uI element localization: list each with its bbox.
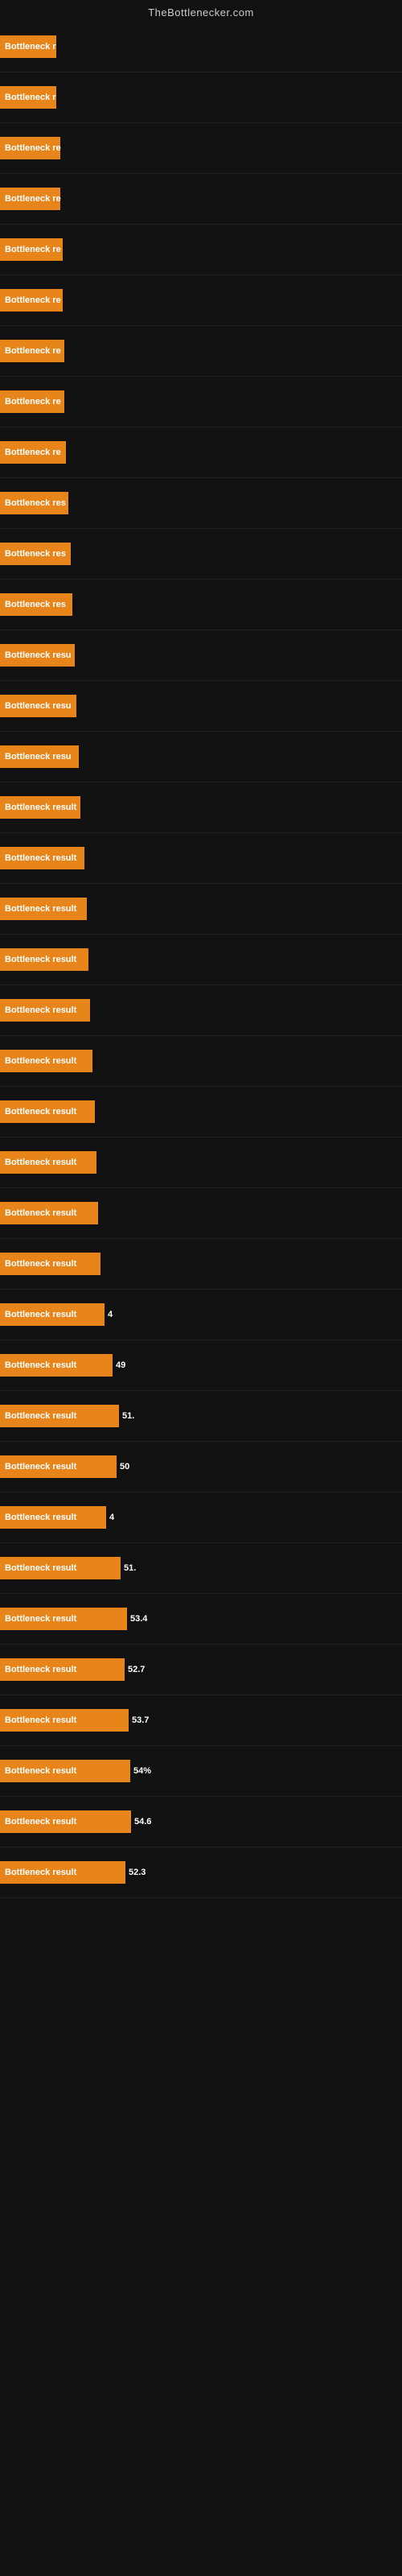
- bar-row: Bottleneck res: [0, 580, 402, 630]
- bar-value: 49: [116, 1360, 125, 1370]
- bar-label: Bottleneck result: [0, 1455, 117, 1478]
- bar-label: Bottleneck result: [0, 1050, 92, 1072]
- bar-label: Bottleneck res: [0, 492, 68, 514]
- bar-label: Bottleneck result: [0, 1557, 121, 1579]
- bar-label: Bottleneck result: [0, 1253, 100, 1275]
- bar-label: Bottleneck resu: [0, 644, 75, 667]
- bar-row: Bottleneck re: [0, 326, 402, 376]
- bar-row: Bottleneck result: [0, 1239, 402, 1289]
- bar-row: Bottleneck result4: [0, 1290, 402, 1340]
- bar-label: Bottleneck re: [0, 390, 64, 413]
- bar-label: Bottleneck result: [0, 1760, 130, 1782]
- bar-label: Bottleneck result: [0, 1861, 125, 1884]
- bar-label: Bottleneck result: [0, 1354, 113, 1377]
- bar-row: Bottleneck result52.7: [0, 1645, 402, 1695]
- bar-label: Bottleneck resu: [0, 695, 76, 717]
- bar-label: Bottleneck result: [0, 796, 80, 819]
- bar-row: Bottleneck re: [0, 377, 402, 427]
- bar-label: Bottleneck re: [0, 238, 63, 261]
- bar-label: Bottleneck result: [0, 948, 88, 971]
- bar-value: 53.4: [130, 1614, 147, 1624]
- bar-row: Bottleneck result49: [0, 1340, 402, 1390]
- bar-row: Bottleneck resu: [0, 630, 402, 680]
- bar-value: 52.3: [129, 1868, 146, 1877]
- bar-label: Bottleneck re: [0, 188, 60, 210]
- bar-value: 51.: [122, 1411, 134, 1421]
- bar-row: Bottleneck result 52.3: [0, 1847, 402, 1897]
- bar-row: Bottleneck result54.6: [0, 1797, 402, 1847]
- bar-label: Bottleneck r: [0, 86, 56, 109]
- bar-label: Bottleneck result: [0, 898, 87, 920]
- bar-row: Bottleneck result51.: [0, 1543, 402, 1593]
- bar-row: Bottleneck result: [0, 1188, 402, 1238]
- bar-value: 53.7: [132, 1715, 149, 1725]
- bar-row: Bottleneck re: [0, 275, 402, 325]
- bar-label: Bottleneck result: [0, 1100, 95, 1123]
- bar-row: Bottleneck result54%: [0, 1746, 402, 1796]
- bar-row: Bottleneck re: [0, 427, 402, 477]
- bar-label: Bottleneck result: [0, 1151, 96, 1174]
- bar-label: Bottleneck result: [0, 1506, 106, 1529]
- bar-label: Bottleneck result: [0, 1405, 119, 1427]
- bar-label: Bottleneck result: [0, 847, 84, 869]
- bar-label: Bottleneck r: [0, 35, 56, 58]
- bar-label: Bottleneck result: [0, 1810, 131, 1833]
- bar-row: Bottleneck re: [0, 174, 402, 224]
- bar-label: Bottleneck result: [0, 1608, 127, 1630]
- bar-value: 50: [120, 1462, 129, 1472]
- bar-label: Bottleneck re: [0, 137, 60, 159]
- bar-row: Bottleneck resu: [0, 681, 402, 731]
- bar-row: Bottleneck result53.7: [0, 1695, 402, 1745]
- bar-row: Bottleneck res: [0, 529, 402, 579]
- bar-row: Bottleneck result51.: [0, 1391, 402, 1441]
- bar-label: Bottleneck resu: [0, 745, 79, 768]
- bar-row: Bottleneck result50: [0, 1442, 402, 1492]
- bar-row: Bottleneck result: [0, 1036, 402, 1086]
- bar-label: Bottleneck result: [0, 1658, 125, 1681]
- bar-label: Bottleneck result: [0, 1202, 98, 1224]
- bar-value: 54%: [133, 1766, 151, 1776]
- bar-value: 52.7: [128, 1665, 145, 1674]
- bar-row: Bottleneck result: [0, 833, 402, 883]
- bar-row: Bottleneck result: [0, 935, 402, 985]
- bar-label: Bottleneck result: [0, 1303, 105, 1326]
- bar-row: Bottleneck re: [0, 123, 402, 173]
- bar-row: Bottleneck result: [0, 1137, 402, 1187]
- bar-value: 54.6: [134, 1817, 151, 1827]
- chart-container: Bottleneck r Bottleneck r Bottleneck re Bot…: [0, 22, 402, 1898]
- bar-label: Bottleneck res: [0, 543, 71, 565]
- bar-label: Bottleneck re: [0, 289, 63, 312]
- bar-label: Bottleneck re: [0, 441, 66, 464]
- bar-row: Bottleneck re: [0, 225, 402, 275]
- bar-row: Bottleneck result: [0, 1087, 402, 1137]
- bar-row: Bottleneck r: [0, 72, 402, 122]
- bar-value: 51.: [124, 1563, 136, 1573]
- bar-value: 4: [109, 1513, 114, 1522]
- bar-label: Bottleneck res: [0, 593, 72, 616]
- bar-row: Bottleneck result4: [0, 1492, 402, 1542]
- bar-value: 4: [108, 1310, 113, 1319]
- bar-row: Bottleneck res: [0, 478, 402, 528]
- bar-label: Bottleneck result: [0, 1709, 129, 1732]
- site-title: TheBottlenecker.com: [0, 0, 402, 22]
- bar-label: Bottleneck result: [0, 999, 90, 1022]
- bar-row: Bottleneck result: [0, 985, 402, 1035]
- bar-row: Bottleneck r: [0, 22, 402, 72]
- bar-row: Bottleneck result53.4: [0, 1594, 402, 1644]
- bar-label: Bottleneck re: [0, 340, 64, 362]
- bar-row: Bottleneck resu: [0, 732, 402, 782]
- bar-row: Bottleneck result: [0, 884, 402, 934]
- bar-row: Bottleneck result: [0, 782, 402, 832]
